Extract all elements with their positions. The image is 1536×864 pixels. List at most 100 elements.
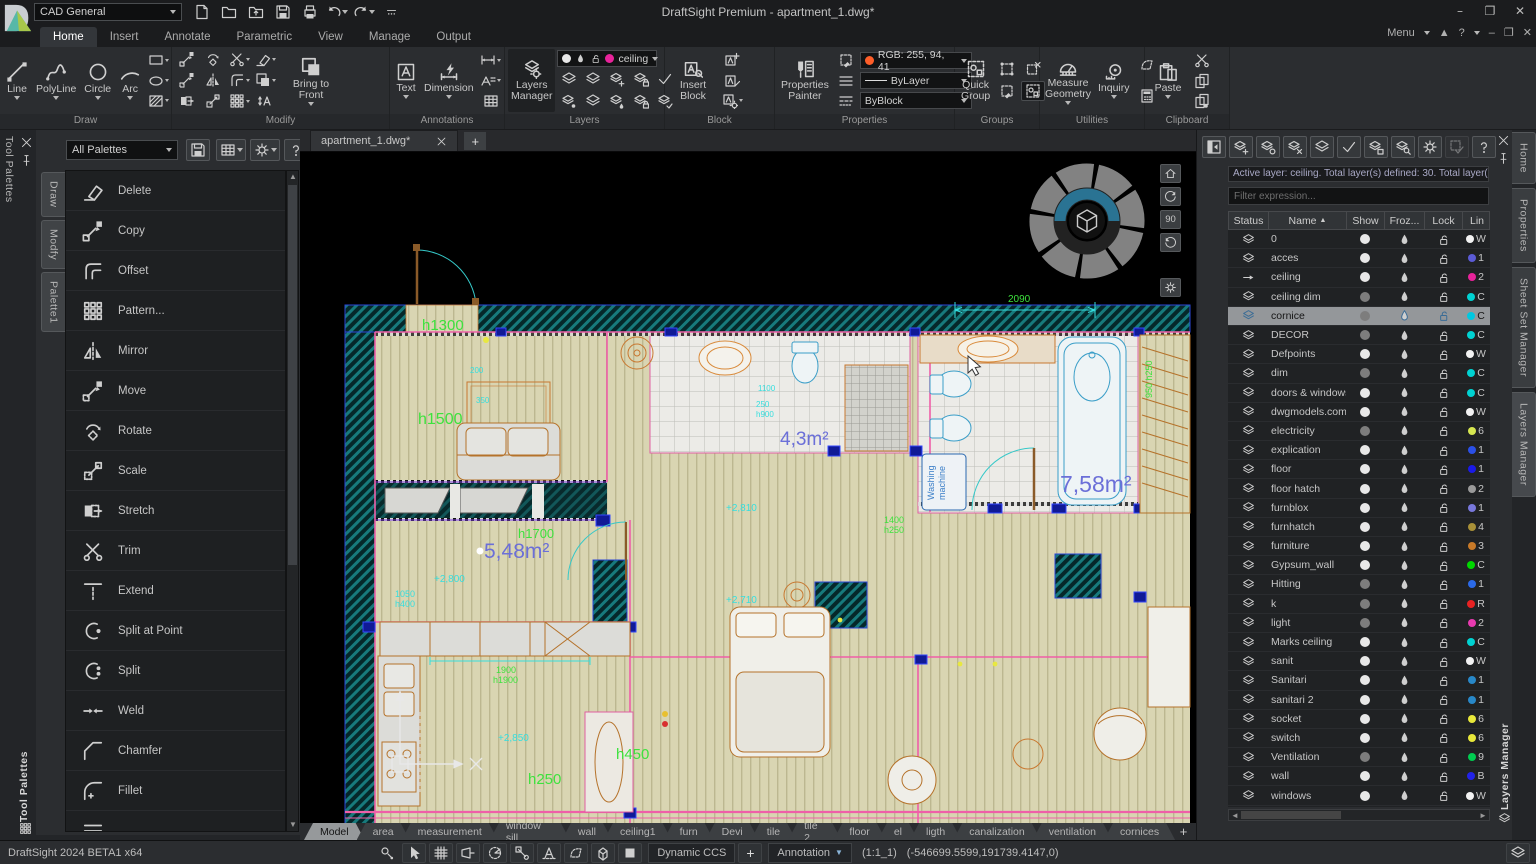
palette-item-mirror[interactable]: Mirror <box>66 331 285 371</box>
layer-name[interactable]: floor hatch <box>1268 483 1346 495</box>
layer-name[interactable]: ceiling <box>1268 271 1346 283</box>
trim-button[interactable] <box>227 49 251 69</box>
layer-show-toggle[interactable] <box>1346 791 1384 801</box>
ribbon-tab-insert[interactable]: Insert <box>97 27 152 47</box>
layer-line-color[interactable]: 6 <box>1462 425 1490 437</box>
layer-row-floor[interactable]: floor 1 <box>1228 460 1490 479</box>
palette-item-pattern-[interactable]: Pattern... <box>66 291 285 331</box>
layer-line-color[interactable]: C <box>1462 387 1490 399</box>
ribbon-tab-parametric[interactable]: Parametric <box>224 27 306 47</box>
layer-show-toggle[interactable] <box>1346 599 1384 609</box>
layer-frozen-toggle[interactable] <box>1384 309 1424 322</box>
layer-row-dwgmodels-com[interactable]: dwgmodels.com W <box>1228 403 1490 422</box>
layer-frozen-toggle[interactable] <box>1384 501 1424 514</box>
layer-row-sanit[interactable]: sanit W <box>1228 652 1490 671</box>
save-button[interactable] <box>273 2 293 22</box>
hatch-button[interactable] <box>146 91 170 111</box>
layer-status[interactable] <box>1228 290 1268 303</box>
layer-name[interactable]: doors & windows <box>1268 387 1346 399</box>
layer-states-button[interactable] <box>1310 136 1334 158</box>
layer-lock-toggle[interactable] <box>1424 444 1462 457</box>
cut-button[interactable] <box>1190 50 1214 70</box>
palette-item-scale[interactable]: Scale <box>66 451 285 491</box>
layer-show-toggle[interactable] <box>1346 771 1384 781</box>
layer-status[interactable] <box>1228 597 1268 610</box>
ribbon-tab-annotate[interactable]: Annotate <box>151 27 223 47</box>
layer-lock-toggle[interactable] <box>1424 424 1462 437</box>
palette-settings-button[interactable] <box>250 139 280 161</box>
layer-line-color[interactable]: 6 <box>1462 732 1490 744</box>
layer-frozen-toggle[interactable] <box>1384 520 1424 533</box>
layer-frozen-toggle[interactable] <box>1384 751 1424 764</box>
layer-row-floor-hatch[interactable]: floor hatch 2 <box>1228 479 1490 498</box>
layer-frozen-toggle[interactable] <box>1384 636 1424 649</box>
layer-name[interactable]: Defpoints <box>1268 348 1346 360</box>
layer-status[interactable] <box>1228 348 1268 361</box>
palette-item-rotate[interactable]: Rotate <box>66 411 285 451</box>
layer-frozen-toggle[interactable] <box>1384 655 1424 668</box>
layer-line-color[interactable]: 1 <box>1462 463 1490 475</box>
palette-item-chamfer[interactable]: Chamfer <box>66 731 285 771</box>
layer-name[interactable]: furnblox <box>1268 502 1346 514</box>
layer-name[interactable]: Gypsum_wall <box>1268 559 1346 571</box>
layer-preview-button[interactable] <box>1391 136 1415 158</box>
undo-button[interactable] <box>327 2 347 22</box>
layer-row-defpoints[interactable]: Defpoints W <box>1228 345 1490 364</box>
layer-status[interactable] <box>1228 520 1268 533</box>
layer-lock-toggle[interactable] <box>1424 751 1462 764</box>
palette-item-split[interactable]: Split <box>66 651 285 691</box>
layer-row-dim[interactable]: dim C <box>1228 364 1490 383</box>
layer-line-color[interactable]: 6 <box>1462 713 1490 725</box>
active-layer-combo[interactable]: ceiling <box>557 50 657 67</box>
layer-line-color[interactable]: W <box>1462 655 1490 667</box>
layer-name[interactable]: Marks ceiling <box>1268 636 1346 648</box>
palette-view-button[interactable] <box>216 139 246 161</box>
new-layer-button[interactable] <box>1229 136 1253 158</box>
ccs-toggle[interactable] <box>591 843 615 863</box>
layer-thaw-button[interactable] <box>605 91 629 111</box>
mdi-restore-button[interactable]: ❐ <box>1504 26 1514 39</box>
layer-row-k[interactable]: k R <box>1228 595 1490 614</box>
dimension-button[interactable]: Dimension <box>421 49 477 112</box>
layer-lock-toggle[interactable] <box>1424 482 1462 495</box>
layer-row-doors-windows[interactable]: doors & windows C <box>1228 384 1490 403</box>
layer-status[interactable] <box>1228 252 1268 265</box>
layer-row-furnhatch[interactable]: furnhatch 4 <box>1228 518 1490 537</box>
layer-row-acces[interactable]: acces 1 <box>1228 249 1490 268</box>
column-name[interactable]: Name▲ <box>1269 212 1347 229</box>
line-button[interactable]: Line <box>3 49 31 112</box>
layer-show-toggle[interactable] <box>1346 675 1384 685</box>
rectangle-button[interactable] <box>146 50 170 70</box>
menu-button[interactable]: Menu <box>1387 27 1415 39</box>
layer-frozen-toggle[interactable] <box>1384 789 1424 802</box>
layer-row-wall[interactable]: wall B <box>1228 767 1490 786</box>
layer-line-color[interactable]: 9 <box>1462 751 1490 763</box>
bring-to-front-button[interactable]: Bring to Front <box>281 49 341 112</box>
layer-show-toggle[interactable] <box>1346 752 1384 762</box>
layer-lock-button[interactable] <box>629 69 653 89</box>
layer-line-color[interactable]: C <box>1462 329 1490 341</box>
layers-manager-button[interactable]: Layers Manager <box>508 49 555 112</box>
add-scale-button[interactable]: + <box>738 843 762 863</box>
layer-name[interactable]: explication <box>1268 444 1346 456</box>
ribbon-tab-view[interactable]: View <box>305 27 356 47</box>
palette-tab-palette1[interactable]: Palette1 <box>41 272 65 333</box>
polar-toggle[interactable] <box>483 843 507 863</box>
layer-frozen-toggle[interactable] <box>1384 731 1424 744</box>
layer-status[interactable] <box>1228 386 1268 399</box>
layer-row-switch[interactable]: switch 6 <box>1228 729 1490 748</box>
layer-lock-toggle[interactable] <box>1424 731 1462 744</box>
layer-show-toggle[interactable] <box>1346 637 1384 647</box>
layer-line-color[interactable]: R <box>1462 598 1490 610</box>
copy-with-reference-button[interactable] <box>1190 91 1214 111</box>
minimize-button[interactable]: – <box>1446 0 1474 22</box>
rotate-90-button[interactable]: 90 <box>1160 210 1181 229</box>
layer-lock-toggle[interactable] <box>1424 559 1462 572</box>
leader-button[interactable] <box>479 71 503 91</box>
layer-frozen-toggle[interactable] <box>1384 233 1424 246</box>
layer-frozen-toggle[interactable] <box>1384 405 1424 418</box>
delete-button[interactable] <box>253 49 277 69</box>
layer-lock-toggle[interactable] <box>1424 616 1462 629</box>
layer-lock-toggle[interactable] <box>1424 329 1462 342</box>
smart-dimension-button[interactable] <box>479 50 503 70</box>
